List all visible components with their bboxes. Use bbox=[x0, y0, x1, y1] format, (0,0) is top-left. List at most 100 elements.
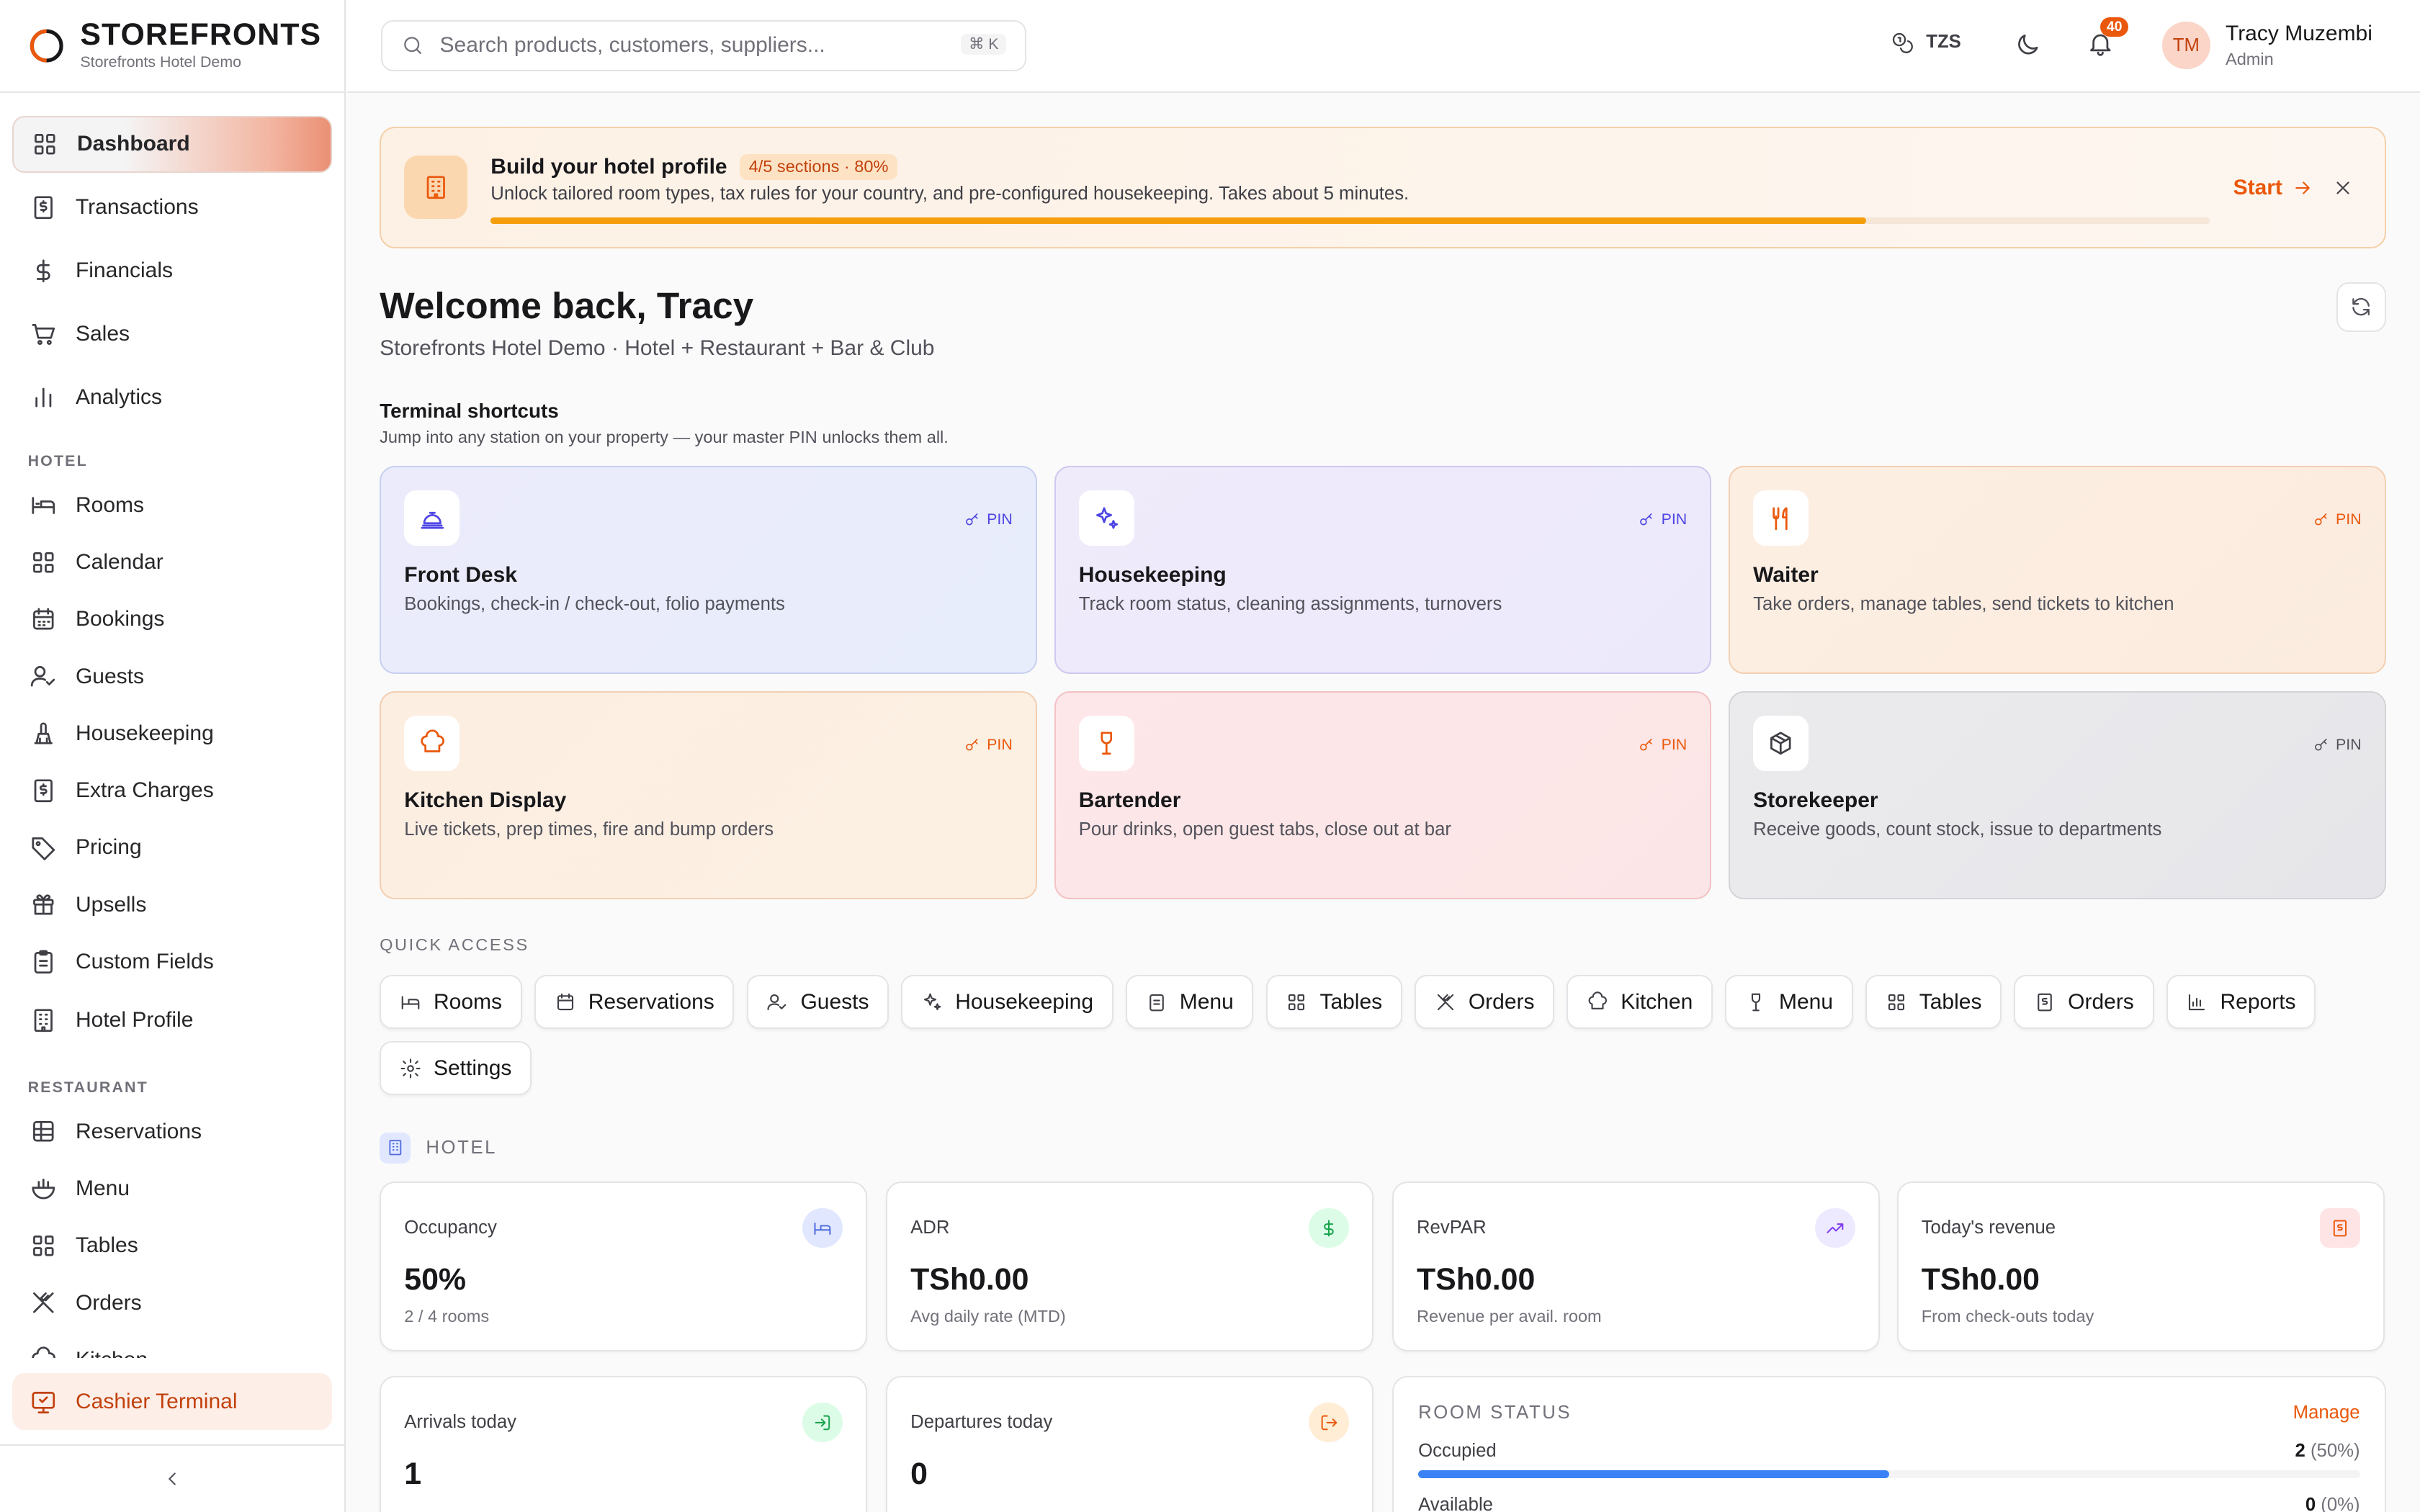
terminal-card-kitchen-display[interactable]: PIN Kitchen Display Live tickets, prep t… bbox=[380, 691, 1037, 900]
sidebar-item-label: Housekeeping bbox=[75, 721, 214, 745]
sidebar-item-label: Upsells bbox=[75, 892, 147, 917]
quick-access-settings[interactable]: Settings bbox=[380, 1041, 532, 1096]
hotel-section-label: HOTEL bbox=[426, 1137, 497, 1158]
sidebar-item-analytics[interactable]: Analytics bbox=[12, 369, 332, 426]
receipt-icon bbox=[34, 779, 53, 803]
key-icon bbox=[1640, 513, 1652, 526]
room-status-fill bbox=[1418, 1470, 1889, 1478]
sidebar-item-transactions[interactable]: Transactions bbox=[12, 179, 332, 236]
sidebar-item-financials[interactable]: Financials bbox=[12, 242, 332, 299]
quick-access-guests[interactable]: Guests bbox=[746, 975, 889, 1030]
avatar[interactable]: TM bbox=[2162, 22, 2210, 70]
refresh-button[interactable] bbox=[2336, 282, 2386, 332]
utensils-icon bbox=[1753, 490, 1809, 546]
sidebar-item-menu[interactable]: Menu bbox=[12, 1160, 332, 1217]
chef-hat-icon bbox=[32, 1346, 55, 1358]
receipt-icon bbox=[2319, 1207, 2360, 1248]
cashier-terminal-button[interactable]: Cashier Terminal bbox=[12, 1373, 332, 1431]
quick-access-rooms[interactable]: Rooms bbox=[380, 975, 522, 1030]
sidebar-item-rooms[interactable]: Rooms bbox=[12, 477, 332, 534]
monitor-icon bbox=[32, 1391, 55, 1413]
quick-access-label: Kitchen bbox=[1621, 989, 1693, 1014]
quick-access-bar-menu[interactable]: Menu bbox=[1725, 975, 1853, 1030]
terminal-name: Housekeeping bbox=[1078, 562, 1227, 587]
sidebar-item-label: Bookings bbox=[75, 607, 165, 631]
quick-access-housekeeping[interactable]: Housekeeping bbox=[901, 975, 1113, 1030]
bar-chart-icon bbox=[35, 388, 51, 408]
sidebar-item-calendar[interactable]: Calendar bbox=[12, 534, 332, 590]
stat-subtitle: Revenue per avail. room bbox=[1416, 1306, 1602, 1326]
quick-access-menu[interactable]: Menu bbox=[1125, 975, 1254, 1030]
package-icon bbox=[1753, 716, 1809, 772]
brand-logo-icon bbox=[30, 29, 63, 63]
banner-subtitle: Unlock tailored room types, tax rules fo… bbox=[490, 183, 1410, 204]
stat-value: TSh0.00 bbox=[910, 1261, 1029, 1297]
page-title: Welcome back, Tracy bbox=[380, 284, 754, 327]
sidebar-item-housekeeping[interactable]: Housekeeping bbox=[12, 705, 332, 762]
quick-access-tables[interactable]: Tables bbox=[1265, 975, 1402, 1030]
room-status-count: 0 bbox=[2305, 1495, 2316, 1512]
sidebar-item-hotel-profile[interactable]: Hotel Profile bbox=[12, 992, 332, 1049]
hotel-section-header: HOTEL bbox=[380, 1132, 497, 1164]
terminal-card-front-desk[interactable]: PIN Front Desk Bookings, check-in / chec… bbox=[380, 466, 1037, 675]
quick-access-bar-orders[interactable]: Orders bbox=[2014, 975, 2154, 1030]
room-status-card: ROOM STATUS Manage Occupied 2 (50%) Avai… bbox=[1392, 1376, 2386, 1512]
quick-access-reservations[interactable]: Reservations bbox=[534, 975, 735, 1030]
sidebar-item-sales[interactable]: Sales bbox=[12, 305, 332, 362]
sidebar-item-label: Tables bbox=[75, 1233, 138, 1258]
brand-name: STOREFRONTS bbox=[80, 17, 322, 53]
key-icon bbox=[966, 513, 978, 526]
terminal-card-housekeeping[interactable]: PIN Housekeeping Track room status, clea… bbox=[1054, 466, 1712, 675]
pin-label: PIN bbox=[1661, 736, 1688, 753]
terminal-card-storekeeper[interactable]: PIN Storekeeper Receive goods, count sto… bbox=[1729, 691, 2386, 900]
quick-access-row: Settings bbox=[380, 1041, 532, 1096]
sidebar-item-label: Pricing bbox=[75, 835, 142, 860]
sidebar-item-extra-charges[interactable]: Extra Charges bbox=[12, 762, 332, 819]
room-status-manage-link[interactable]: Manage bbox=[2293, 1403, 2360, 1423]
quick-access-bar-tables[interactable]: Tables bbox=[1865, 975, 2002, 1030]
stat-card-departures: Departures today 0 bbox=[886, 1376, 1374, 1512]
wine-icon bbox=[1751, 993, 1760, 1012]
terminal-description: Live tickets, prep times, fire and bump … bbox=[404, 819, 774, 840]
sidebar-item-upsells[interactable]: Upsells bbox=[12, 876, 332, 933]
collapse-sidebar-button[interactable] bbox=[0, 1444, 344, 1512]
sidebar-item-kitchen[interactable]: Kitchen bbox=[12, 1331, 332, 1358]
sidebar-item-pricing[interactable]: Pricing bbox=[12, 819, 332, 876]
quick-access-orders[interactable]: Orders bbox=[1415, 975, 1555, 1030]
utensils-cross-icon bbox=[1437, 994, 1453, 1010]
user-role: Admin bbox=[2225, 49, 2274, 68]
terminal-card-waiter[interactable]: PIN Waiter Take orders, manage tables, s… bbox=[1729, 466, 2386, 675]
sidebar-item-tables[interactable]: Tables bbox=[12, 1218, 332, 1274]
search-input[interactable]: Search products, customers, suppliers...… bbox=[381, 19, 1026, 71]
pin-indicator: PIN bbox=[964, 736, 1013, 754]
pin-label: PIN bbox=[2336, 736, 2362, 753]
quick-access-reports[interactable]: Reports bbox=[2166, 975, 2316, 1030]
sidebar-item-label: Sales bbox=[75, 321, 130, 346]
sidebar-item-bookings[interactable]: Bookings bbox=[12, 591, 332, 648]
sidebar-item-reservations[interactable]: Reservations bbox=[12, 1103, 332, 1160]
brand[interactable]: STOREFRONTS Storefronts Hotel Demo bbox=[0, 0, 344, 93]
sidebar-item-orders[interactable]: Orders bbox=[12, 1274, 332, 1331]
terminal-name: Kitchen Display bbox=[404, 788, 567, 812]
user-name[interactable]: Tracy Muzembi bbox=[2226, 22, 2372, 46]
quick-access-kitchen[interactable]: Kitchen bbox=[1567, 975, 1713, 1030]
search-icon bbox=[404, 37, 421, 55]
banner-start-button[interactable]: Start bbox=[2233, 176, 2313, 200]
chef-hat-icon bbox=[404, 716, 460, 772]
shortcuts-subtitle: Jump into any station on your property —… bbox=[380, 427, 949, 446]
bed-icon bbox=[401, 996, 420, 1009]
sidebar-item-guests[interactable]: Guests bbox=[12, 648, 332, 705]
stat-value: 0 bbox=[910, 1456, 928, 1491]
sidebar-item-custom-fields[interactable]: Custom Fields bbox=[12, 933, 332, 990]
room-status-bar-occupied bbox=[1418, 1470, 2360, 1478]
quick-access-label: QUICK ACCESS bbox=[380, 935, 529, 954]
currency-switcher[interactable]: TZS bbox=[1891, 31, 1961, 54]
trend-up-icon bbox=[1815, 1207, 1855, 1248]
banner-progress-pill: 4/5 sections · 80% bbox=[739, 154, 898, 180]
theme-toggle[interactable] bbox=[2014, 31, 2042, 59]
sidebar-item-dashboard[interactable]: Dashboard bbox=[12, 115, 332, 173]
terminal-card-bartender[interactable]: PIN Bartender Pour drinks, open guest ta… bbox=[1054, 691, 1712, 900]
log-out-icon bbox=[1309, 1402, 1349, 1443]
banner-close-button[interactable] bbox=[2332, 177, 2354, 199]
stat-card-arrivals: Arrivals today 1 bbox=[380, 1376, 868, 1512]
